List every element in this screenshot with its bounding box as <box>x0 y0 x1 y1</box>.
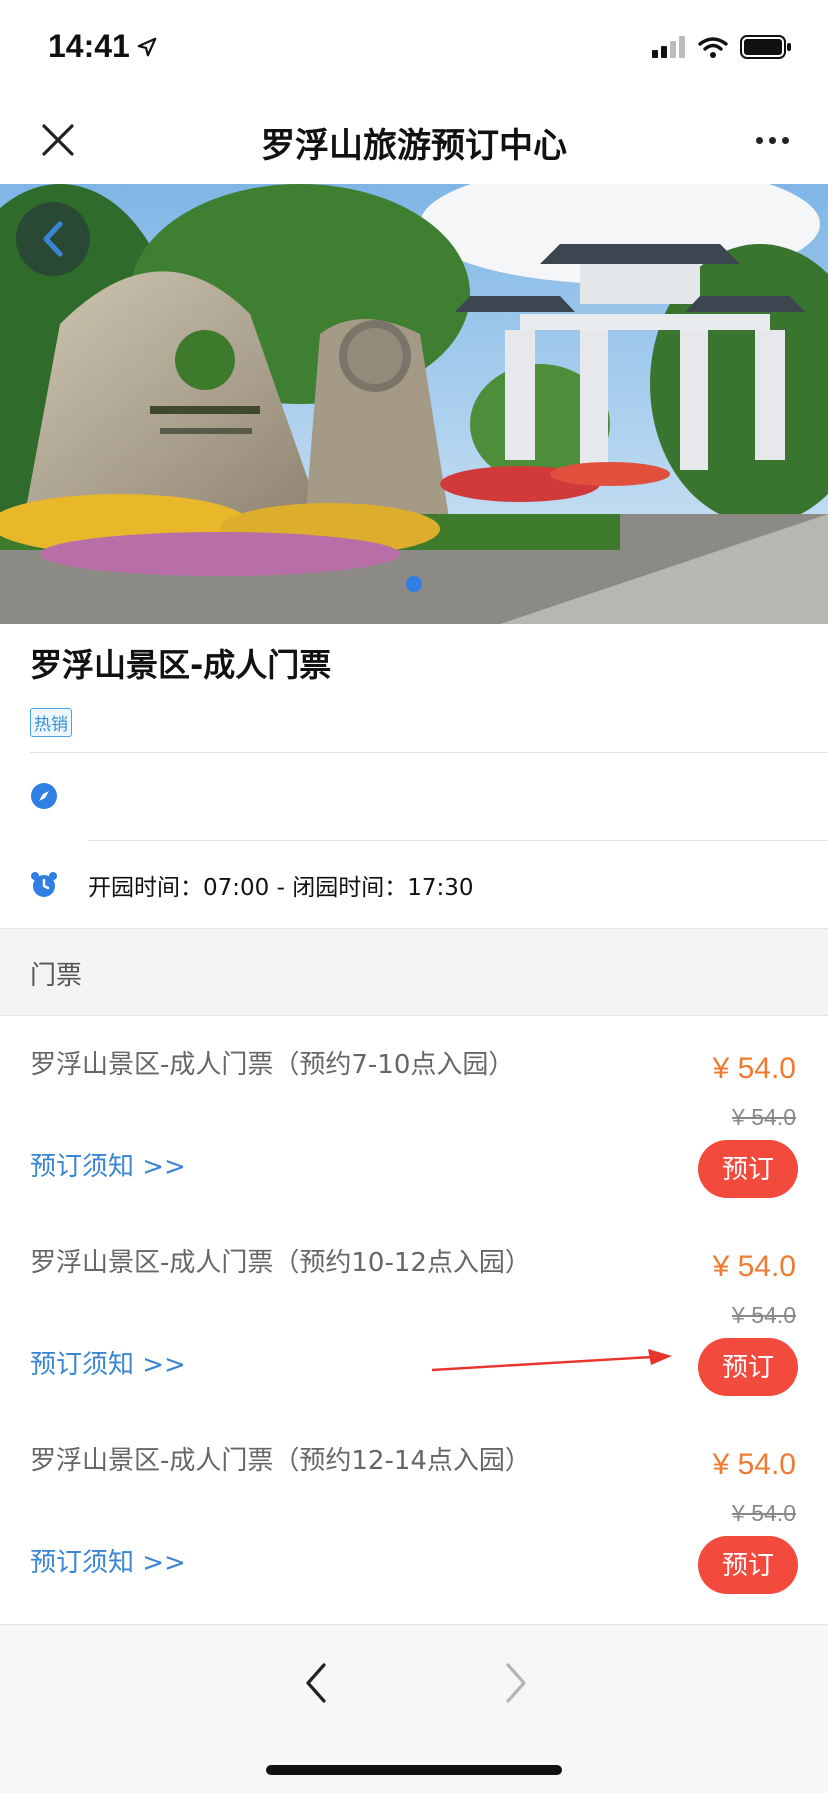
browser-back-icon <box>306 1663 326 1703</box>
hours-row: 开园时间：07:00 - 闭园时间：17:30 <box>30 868 474 902</box>
time-label: 14:41 <box>48 28 130 64</box>
signal-icon <box>652 36 685 58</box>
annotation-arrow <box>431 1349 672 1372</box>
ticket-item: 罗浮山景区-成人门票（预约7-10点入园） ¥ 54.0 ¥ 54.0 预订须知… <box>0 1016 828 1214</box>
wifi-icon <box>698 37 728 58</box>
ticket-price: ¥ 54.0 <box>712 1052 796 1085</box>
ticket-item: 罗浮山景区-成人门票（预约10-12点入园） ¥ 54.0 ¥ 54.0 预订须… <box>0 1214 828 1412</box>
ticket-original-price: ¥ 54.0 <box>732 1500 796 1526</box>
browser-back-button[interactable] <box>296 1657 336 1709</box>
more-dot <box>768 136 776 144</box>
section-label: 门票 <box>30 961 83 991</box>
more-button[interactable] <box>746 122 798 158</box>
location-arrow-icon <box>137 37 157 56</box>
back-chevron-icon <box>43 221 63 257</box>
hours-text: 开园时间：07:00 - 闭园时间：17:30 <box>88 875 474 901</box>
booking-notice-link[interactable]: 预订须知 >> <box>30 1146 186 1183</box>
book-button[interactable]: 预订 <box>698 1536 798 1594</box>
ticket-price: ¥ 54.0 <box>712 1250 796 1283</box>
scenic-photo <box>0 184 828 624</box>
carousel-indicator[interactable] <box>406 576 422 592</box>
book-button[interactable]: 预订 <box>698 1140 798 1198</box>
book-button[interactable]: 预订 <box>698 1338 798 1396</box>
section-header: 门票 <box>0 928 828 1016</box>
compass-icon <box>31 783 57 809</box>
back-button[interactable] <box>16 202 90 276</box>
status-icons <box>652 34 792 60</box>
more-dot <box>755 136 763 144</box>
divider <box>30 752 828 753</box>
alarm-clock-icon <box>31 872 57 897</box>
nav-bar: 罗浮山旅游预订中心 <box>0 96 828 184</box>
hero-image <box>0 184 828 624</box>
battery-icon <box>740 35 791 59</box>
location-row[interactable] <box>30 782 58 814</box>
page-title: 罗浮山旅游预订中心 <box>261 126 567 166</box>
ticket-original-price: ¥ 54.0 <box>732 1104 796 1130</box>
status-time: 14:41 <box>48 28 158 65</box>
browser-forward-button[interactable] <box>496 1657 536 1709</box>
status-bar: 14:41 <box>0 0 828 96</box>
booking-notice-link[interactable]: 预订须知 >> <box>30 1542 186 1579</box>
booking-notice-link[interactable]: 预订须知 >> <box>30 1344 186 1381</box>
home-indicator <box>266 1765 562 1775</box>
ticket-item: 罗浮山景区-成人门票（预约12-14点入园） ¥ 54.0 ¥ 54.0 预订须… <box>0 1412 828 1610</box>
more-dot <box>781 136 789 144</box>
ticket-original-price: ¥ 54.0 <box>732 1302 796 1328</box>
ticket-price: ¥ 54.0 <box>712 1448 796 1481</box>
ticket-name: 罗浮山景区-成人门票（预约7-10点入园） <box>30 1050 515 1080</box>
browser-forward-icon <box>506 1663 526 1703</box>
hot-badge: 热销 <box>30 708 72 737</box>
ticket-name: 罗浮山景区-成人门票（预约12-14点入园） <box>30 1446 531 1476</box>
product-title: 罗浮山景区-成人门票 <box>30 646 332 684</box>
ticket-name: 罗浮山景区-成人门票（预约10-12点入园） <box>30 1248 531 1278</box>
browser-toolbar <box>0 1624 828 1793</box>
divider <box>88 840 828 841</box>
